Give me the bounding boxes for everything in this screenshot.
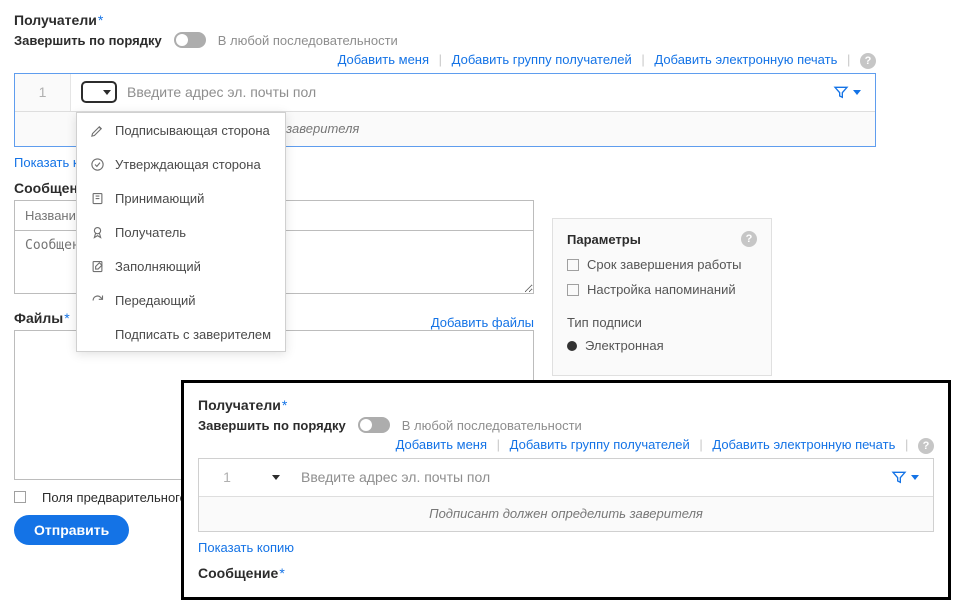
role-option-approver[interactable]: Утверждающая сторона: [77, 147, 285, 181]
add-me-link[interactable]: Добавить меня: [396, 437, 487, 452]
role-option-label: Подписать с заверителем: [115, 327, 271, 342]
inset-screen: Получатели* Завершить по порядку В любой…: [181, 380, 951, 600]
message-heading-text: Сообщение: [198, 565, 278, 581]
role-option-form-filler[interactable]: Заполняющий: [77, 249, 285, 283]
chevron-down-icon: [272, 475, 280, 480]
recipient-options-button[interactable]: [891, 469, 919, 485]
recipients-heading: Получатели*: [198, 397, 934, 413]
prefill-checkbox[interactable]: [14, 491, 26, 503]
notary-note-text: Подписант должен определить заверителя: [429, 506, 703, 521]
deadline-checkbox[interactable]: [567, 259, 579, 271]
required-asterisk: *: [64, 310, 69, 326]
add-group-link[interactable]: Добавить группу получателей: [452, 52, 632, 67]
add-me-link[interactable]: Добавить меня: [338, 52, 429, 67]
reminders-option[interactable]: Настройка напоминаний: [567, 282, 757, 297]
required-asterisk: *: [98, 12, 103, 28]
deadline-label: Срок завершения работы: [587, 257, 741, 272]
add-files-link[interactable]: Добавить файлы: [431, 315, 534, 330]
chevron-down-icon: [853, 90, 861, 95]
message-heading: Сообщение*: [198, 565, 934, 581]
order-row: Завершить по порядку В любой последовате…: [14, 32, 945, 48]
order-row: Завершить по порядку В любой последовате…: [198, 417, 934, 433]
recipients-heading-text: Получатели: [14, 12, 97, 28]
deadline-option[interactable]: Срок завершения работы: [567, 257, 757, 272]
files-heading-text: Файлы: [14, 310, 63, 326]
recipient-row: 1: [15, 74, 875, 112]
recipient-row: 1: [199, 459, 933, 497]
add-seal-link[interactable]: Добавить электронную печать: [712, 437, 895, 452]
chevron-down-icon: [911, 475, 919, 480]
recipient-email-input[interactable]: [127, 84, 825, 100]
role-option-delegator[interactable]: Передающий: [77, 283, 285, 317]
role-option-notarize[interactable]: Подписать с заверителем: [77, 317, 285, 351]
recipient-actions-row: Добавить меня | Добавить группу получате…: [14, 52, 876, 69]
complete-in-order-label: Завершить по порядку: [198, 418, 346, 433]
chevron-down-icon: [103, 90, 111, 95]
check-circle-icon: [89, 156, 105, 172]
recipients-heading-text: Получатели: [198, 397, 281, 413]
role-option-label: Подписывающая сторона: [115, 123, 270, 138]
role-option-signer[interactable]: Подписывающая сторона: [77, 113, 285, 147]
separator: |: [699, 437, 702, 452]
funnel-icon: [891, 469, 907, 485]
sig-type-electronic-option[interactable]: Электронная: [567, 338, 757, 353]
recipient-container: 1 Подписант должен определить заверителя: [198, 458, 934, 532]
role-dropdown-menu: Подписывающая сторона Утверждающая сторо…: [76, 112, 286, 352]
add-seal-link[interactable]: Добавить электронную печать: [654, 52, 837, 67]
separator: |: [641, 52, 644, 67]
order-toggle[interactable]: [174, 32, 206, 48]
sig-type-heading: Тип подписи: [567, 315, 757, 330]
help-icon[interactable]: ?: [741, 231, 757, 247]
blank-icon: [89, 326, 105, 342]
help-icon[interactable]: ?: [918, 438, 934, 454]
role-option-label: Получатель: [115, 225, 186, 240]
role-option-acceptor[interactable]: Принимающий: [77, 181, 285, 215]
edit-icon: [89, 258, 105, 274]
inbox-icon: [89, 190, 105, 206]
separator: |: [439, 52, 442, 67]
separator: |: [905, 437, 908, 452]
recipients-heading: Получатели*: [14, 12, 945, 28]
role-option-label: Передающий: [115, 293, 196, 308]
add-group-link[interactable]: Добавить группу получателей: [510, 437, 690, 452]
arrow-redo-icon: [89, 292, 105, 308]
prefill-label: Поля предварительного п: [42, 490, 198, 505]
required-asterisk: *: [282, 397, 287, 413]
parameters-panel: Параметры ? Срок завершения работы Настр…: [552, 218, 772, 376]
pen-nib-icon: [89, 122, 105, 138]
complete-in-order-label: Завершить по порядку: [14, 33, 162, 48]
role-option-cc[interactable]: Получатель: [77, 215, 285, 249]
recipient-email-input[interactable]: [301, 469, 883, 485]
role-dropdown-trigger[interactable]: [81, 81, 117, 103]
recipient-options-button[interactable]: [833, 84, 861, 100]
ribbon-icon: [89, 224, 105, 240]
any-order-label: В любой последовательности: [218, 33, 398, 48]
send-button[interactable]: Отправить: [14, 515, 129, 545]
recipient-notary-note: Подписант должен определить заверителя: [199, 497, 933, 531]
reminders-label: Настройка напоминаний: [587, 282, 736, 297]
role-option-label: Заполняющий: [115, 259, 201, 274]
recipient-number: 1: [199, 459, 255, 496]
help-icon[interactable]: ?: [860, 53, 876, 69]
role-option-label: Принимающий: [115, 191, 204, 206]
reminders-checkbox[interactable]: [567, 284, 579, 296]
order-toggle[interactable]: [358, 417, 390, 433]
separator: |: [847, 52, 850, 67]
parameters-heading-row: Параметры ?: [567, 231, 757, 247]
role-dropdown-trigger[interactable]: [265, 466, 291, 488]
show-copy-row: Показать копию: [198, 540, 934, 555]
funnel-icon: [833, 84, 849, 100]
recipient-number: 1: [15, 74, 71, 111]
role-option-label: Утверждающая сторона: [115, 157, 261, 172]
any-order-label: В любой последовательности: [402, 418, 582, 433]
recipient-actions-row: Добавить меня | Добавить группу получате…: [198, 437, 934, 454]
sig-type-electronic-label: Электронная: [585, 338, 664, 353]
radio-selected-icon: [567, 341, 577, 351]
parameters-heading: Параметры: [567, 232, 641, 247]
required-asterisk: *: [279, 565, 284, 581]
show-copy-link[interactable]: Показать копию: [198, 540, 294, 555]
separator: |: [497, 437, 500, 452]
